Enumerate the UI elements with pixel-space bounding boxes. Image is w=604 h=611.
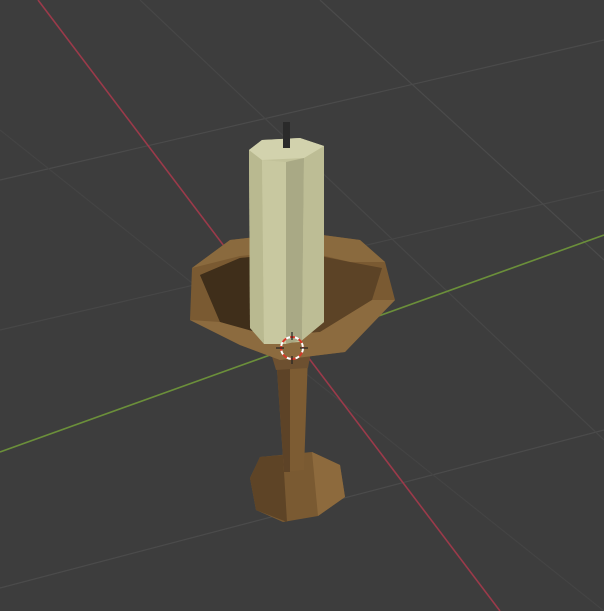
candle-face-left bbox=[249, 150, 264, 344]
holder-stem-shade bbox=[276, 355, 290, 472]
candle-face-right bbox=[286, 158, 304, 344]
viewport-scene[interactable] bbox=[0, 0, 604, 611]
candle[interactable] bbox=[249, 122, 324, 344]
holder-base-shade bbox=[250, 455, 287, 522]
wick bbox=[283, 122, 290, 148]
3d-viewport[interactable] bbox=[0, 0, 604, 611]
candle-face-mid bbox=[262, 160, 286, 344]
candle-face-far-right bbox=[302, 146, 324, 340]
